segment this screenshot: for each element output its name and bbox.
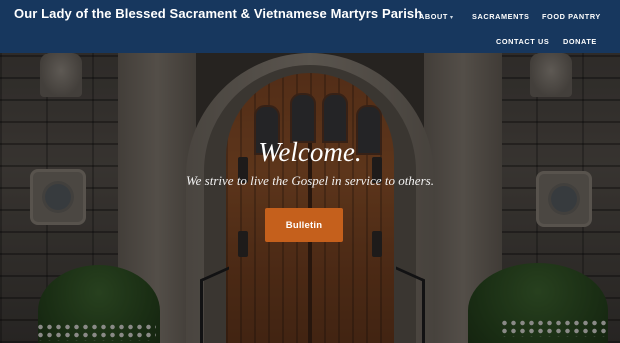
chevron-down-icon: ▾: [449, 15, 454, 21]
hero-dark-overlay: [0, 53, 620, 343]
nav-donate[interactable]: DONATE: [563, 37, 597, 46]
nav-contact-us[interactable]: CONTACT US: [496, 37, 549, 46]
hero-tagline: We strive to live the Gospel in service …: [186, 173, 434, 188]
hero-section: Welcome. We strive to live the Gospel in…: [0, 53, 620, 343]
hero-heading: Welcome.: [258, 137, 362, 167]
nav-about[interactable]: ABOUT ▾: [419, 12, 454, 21]
site-header: Our Lady of the Blessed Sacrament & Viet…: [0, 0, 620, 53]
nav-food-pantry[interactable]: FOOD PANTRY: [542, 12, 601, 21]
bulletin-button[interactable]: Bulletin: [265, 208, 343, 242]
site-title[interactable]: Our Lady of the Blessed Sacrament & Viet…: [14, 6, 422, 21]
nav-sacraments[interactable]: SACRAMENTS: [472, 12, 529, 21]
nav-about-label: ABOUT: [419, 12, 448, 21]
